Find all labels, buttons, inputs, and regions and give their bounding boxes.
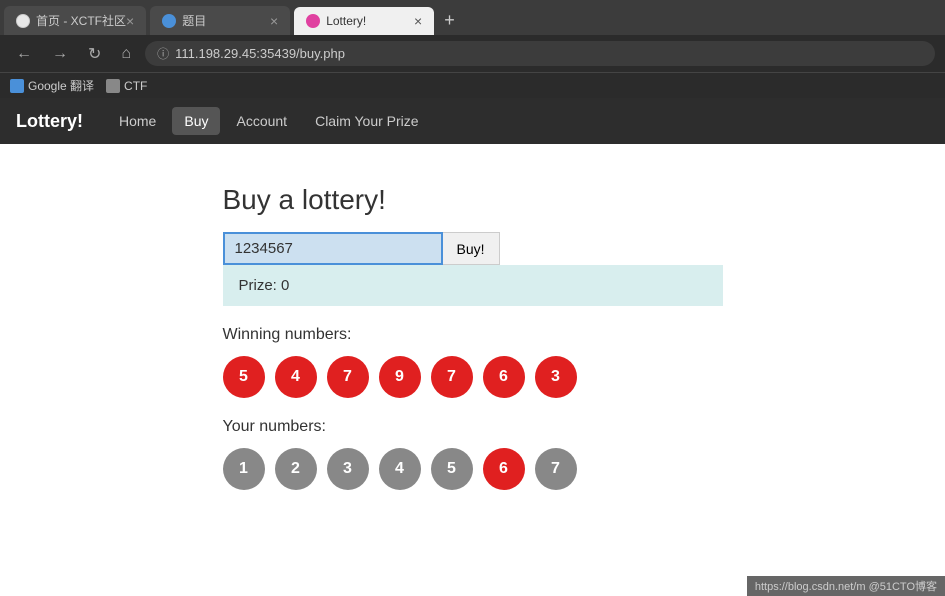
- refresh-button[interactable]: ↻: [82, 42, 107, 66]
- site-logo: Lottery!: [16, 111, 83, 132]
- your-ball-3: 4: [379, 448, 421, 490]
- url-text: 111.198.29.45:35439/buy.php: [175, 46, 345, 61]
- your-ball-2: 3: [327, 448, 369, 490]
- your-ball-1: 2: [275, 448, 317, 490]
- lottery-input[interactable]: [223, 232, 443, 265]
- winning-label: Winning numbers:: [223, 326, 723, 344]
- address-bar-row: ← → ↻ ⌂ ⓘ 111.198.29.45:35439/buy.php: [0, 35, 945, 72]
- bookmark-google[interactable]: Google 翻译: [10, 77, 94, 94]
- nav-account[interactable]: Account: [224, 107, 299, 135]
- tab1-favicon: [16, 14, 30, 28]
- prize-box: Prize: 0: [223, 265, 723, 306]
- home-button[interactable]: ⌂: [115, 43, 137, 65]
- status-bar: https://blog.csdn.net/m @51CTO博客: [747, 576, 945, 596]
- tab-2[interactable]: 题目 ×: [150, 6, 290, 35]
- new-tab-button[interactable]: +: [434, 6, 465, 35]
- bookmark-google-label: Google 翻译: [28, 77, 94, 94]
- google-icon: [10, 79, 24, 93]
- tab3-title: Lottery!: [326, 14, 366, 28]
- your-ball-4: 5: [431, 448, 473, 490]
- lock-icon: ⓘ: [157, 45, 169, 62]
- form-title: Buy a lottery!: [223, 184, 723, 216]
- nav-buy[interactable]: Buy: [172, 107, 220, 135]
- bookmark-ctf[interactable]: CTF: [106, 79, 147, 93]
- tab1-title: 首页 - XCTF社区: [36, 12, 126, 29]
- back-button[interactable]: ←: [10, 43, 38, 65]
- winning-numbers-row: 5479763: [223, 356, 723, 398]
- tab2-close[interactable]: ×: [270, 13, 278, 29]
- tab-3[interactable]: Lottery! ×: [294, 7, 434, 35]
- site-navbar: Lottery! Home Buy Account Claim Your Pri…: [0, 98, 945, 144]
- tab3-favicon: [306, 14, 320, 28]
- your-ball-6: 7: [535, 448, 577, 490]
- ctf-icon: [106, 79, 120, 93]
- forward-button[interactable]: →: [46, 43, 74, 65]
- your-numbers-row: 1234567: [223, 448, 723, 490]
- winning-ball-2: 7: [327, 356, 369, 398]
- your-label: Your numbers:: [223, 418, 723, 436]
- tab2-favicon: [162, 14, 176, 28]
- your-ball-0: 1: [223, 448, 265, 490]
- winning-ball-4: 7: [431, 356, 473, 398]
- winning-ball-5: 6: [483, 356, 525, 398]
- tab-1[interactable]: 首页 - XCTF社区 ×: [4, 6, 146, 35]
- tab-bar: 首页 - XCTF社区 × 题目 × Lottery! × +: [0, 0, 945, 35]
- nav-claim[interactable]: Claim Your Prize: [303, 107, 431, 135]
- winning-ball-0: 5: [223, 356, 265, 398]
- lottery-form: Buy a lottery! Buy! Prize: 0 Winning num…: [223, 184, 723, 494]
- tab3-close[interactable]: ×: [414, 13, 422, 29]
- buy-row: Buy!: [223, 232, 723, 265]
- winning-ball-1: 4: [275, 356, 317, 398]
- buy-button[interactable]: Buy!: [443, 232, 500, 265]
- winning-ball-3: 9: [379, 356, 421, 398]
- bookmark-ctf-label: CTF: [124, 79, 147, 93]
- tab1-close[interactable]: ×: [126, 13, 134, 29]
- winning-ball-6: 3: [535, 356, 577, 398]
- your-ball-5: 6: [483, 448, 525, 490]
- tab2-title: 题目: [182, 12, 206, 29]
- prize-text: Prize: 0: [239, 277, 290, 294]
- address-bar[interactable]: ⓘ 111.198.29.45:35439/buy.php: [145, 41, 935, 66]
- nav-links: Home Buy Account Claim Your Prize: [107, 107, 431, 135]
- main-content: Buy a lottery! Buy! Prize: 0 Winning num…: [0, 144, 945, 534]
- status-text: https://blog.csdn.net/m @51CTO博客: [755, 581, 937, 593]
- nav-home[interactable]: Home: [107, 107, 168, 135]
- bookmarks-bar: Google 翻译 CTF: [0, 72, 945, 98]
